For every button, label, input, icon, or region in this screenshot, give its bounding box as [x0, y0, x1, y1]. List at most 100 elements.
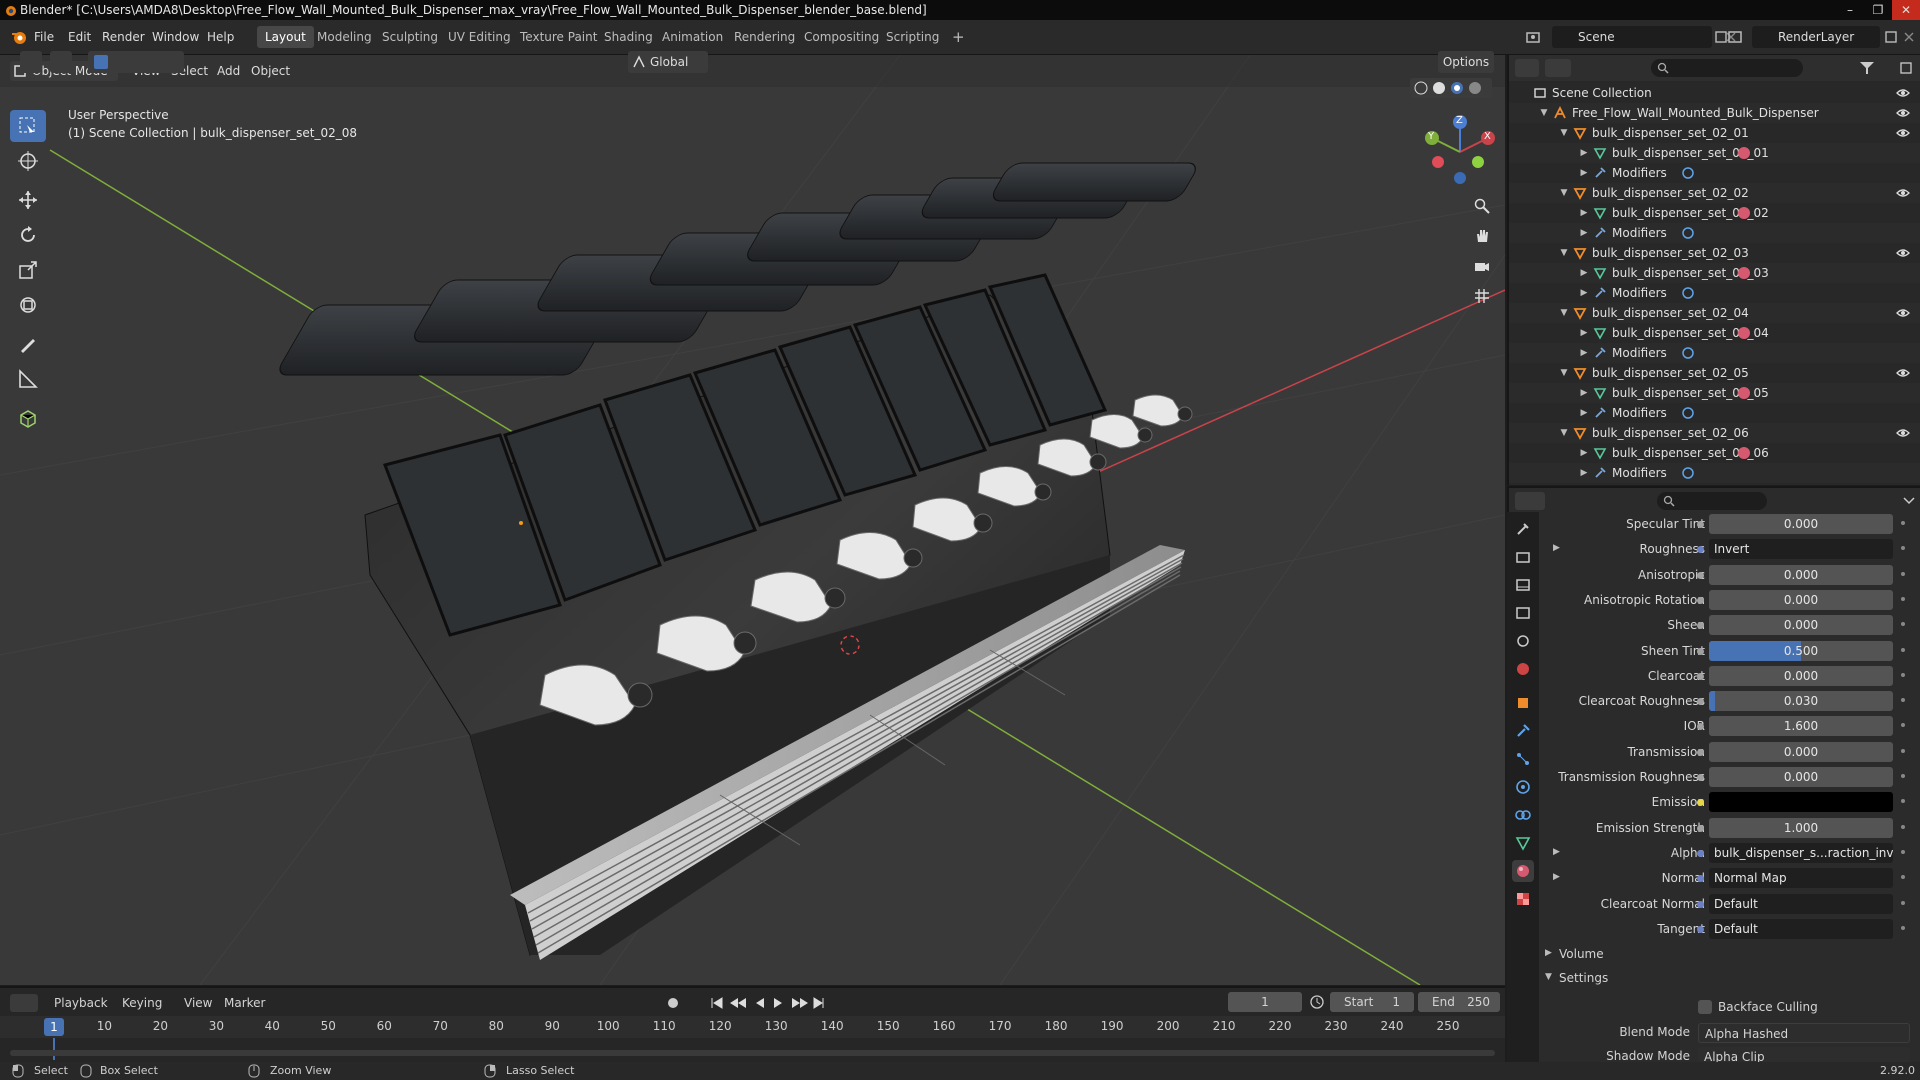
solid-shading-icon[interactable] — [1432, 81, 1446, 95]
visibility-eye-icon[interactable] — [1896, 366, 1910, 380]
socket-dot-icon[interactable] — [1697, 774, 1704, 781]
socket-dot-icon[interactable] — [1697, 900, 1704, 908]
tab-tool[interactable] — [1512, 518, 1534, 540]
property-value-field[interactable]: 0.000 — [1709, 615, 1893, 636]
pan-button[interactable] — [1468, 222, 1496, 250]
chevron-right-icon[interactable]: ▶ — [1553, 543, 1560, 553]
outliner-display-mode[interactable] — [1545, 59, 1571, 77]
timeline-scrollbar[interactable] — [10, 1050, 1495, 1056]
property-value-field[interactable]: 1.600 — [1709, 716, 1893, 737]
tab-modifiers[interactable] — [1512, 720, 1534, 742]
close-window-button[interactable]: ✕ — [1892, 0, 1920, 20]
visibility-eye-icon[interactable] — [1896, 106, 1910, 120]
menu-render[interactable]: Render — [102, 28, 145, 46]
timeline-menu-keying[interactable]: Keying — [122, 996, 162, 1010]
maximize-button[interactable]: ❐ — [1864, 0, 1892, 20]
outliner-modifiers-1[interactable]: ▶ Modifiers — [1509, 163, 1920, 183]
minimize-button[interactable]: – — [1836, 0, 1864, 20]
outliner-group-2[interactable]: ▼ bulk_dispenser_set_02_02 — [1509, 183, 1920, 203]
start-frame-field[interactable]: Start 1 — [1330, 992, 1414, 1012]
property-value-field[interactable]: 0.000 — [1709, 514, 1893, 534]
outliner-modifiers-5[interactable]: ▶ Modifiers — [1509, 403, 1920, 423]
material-icon[interactable] — [1737, 206, 1751, 220]
material-shading-icon[interactable] — [1450, 81, 1464, 95]
chevron-down-icon[interactable]: ▼ — [1559, 123, 1569, 143]
properties-search-input[interactable] — [1657, 492, 1767, 510]
keyframe-dot-icon[interactable] — [1901, 723, 1905, 728]
property-value-field[interactable]: 0.000 — [1709, 564, 1893, 585]
outliner-mesh-4[interactable]: ▶ bulk_dispenser_set_02_04 — [1509, 323, 1920, 343]
material-icon[interactable] — [1737, 146, 1751, 160]
clock-icon[interactable] — [1310, 995, 1324, 1009]
outliner-mesh-1[interactable]: ▶ bulk_dispenser_set_02_01 — [1509, 143, 1920, 163]
transform-tool[interactable] — [10, 289, 46, 321]
zoom-button[interactable] — [1468, 192, 1496, 220]
property-value-field[interactable]: Invert — [1709, 539, 1893, 560]
outliner-group-3[interactable]: ▼ bulk_dispenser_set_02_03 — [1509, 243, 1920, 263]
tab-modeling[interactable]: Modeling — [309, 26, 380, 48]
timeline-editor-type[interactable] — [10, 994, 38, 1012]
delete-layer-icon[interactable] — [1902, 30, 1916, 44]
outliner-modifiers-3[interactable]: ▶ Modifiers — [1509, 283, 1920, 303]
visibility-eye-icon[interactable] — [1896, 126, 1910, 140]
tab-animation[interactable]: Animation — [654, 26, 731, 48]
keyframe-dot-icon[interactable] — [1901, 546, 1905, 551]
modifier-toggle-icon[interactable] — [1681, 346, 1695, 360]
tab-world[interactable] — [1512, 658, 1534, 680]
keyframe-dot-icon[interactable] — [1901, 875, 1905, 880]
chevron-right-icon[interactable]: ▶ — [1579, 343, 1589, 363]
chevron-down-icon[interactable] — [1903, 496, 1915, 506]
socket-dot-icon[interactable] — [1697, 521, 1704, 528]
keyframe-dot-icon[interactable] — [1901, 698, 1905, 703]
end-frame-field[interactable]: End 250 — [1418, 992, 1500, 1012]
menu-edit[interactable]: Edit — [68, 28, 91, 46]
socket-dot-icon[interactable] — [1697, 748, 1704, 756]
shadow-mode-select[interactable]: Alpha Clip — [1698, 1047, 1910, 1062]
tab-compositing[interactable]: Compositing — [796, 26, 887, 48]
modifier-toggle-icon[interactable] — [1681, 466, 1695, 480]
tab-sculpting[interactable]: Sculpting — [374, 26, 446, 48]
move-tool[interactable] — [10, 184, 46, 216]
outliner-editor-type[interactable] — [1515, 59, 1539, 77]
keyframe-dot-icon[interactable] — [1901, 900, 1905, 905]
material-icon[interactable] — [1737, 326, 1751, 340]
tab-view-layer[interactable] — [1512, 602, 1534, 624]
chevron-right-icon[interactable]: ▶ — [1579, 403, 1589, 423]
outliner-group-1[interactable]: ▼ bulk_dispenser_set_02_01 — [1509, 123, 1920, 143]
outliner-scene-collection[interactable]: Scene Collection — [1509, 83, 1920, 103]
outliner-mesh-2[interactable]: ▶ bulk_dispenser_set_02_02 — [1509, 203, 1920, 223]
navigation-gizmo[interactable]: Z X Y — [1420, 112, 1500, 192]
cursor-tool[interactable] — [10, 145, 46, 177]
chevron-down-icon[interactable]: ▼ — [1559, 183, 1569, 203]
filter-icon[interactable] — [1859, 61, 1875, 75]
chevron-down-icon[interactable]: ▼ — [1559, 423, 1569, 443]
outliner-group-6[interactable]: ▼ bulk_dispenser_set_02_06 — [1509, 423, 1920, 443]
viewport-options-button[interactable]: Options — [1438, 51, 1494, 73]
timeline-menu-view[interactable]: View — [184, 996, 212, 1010]
keyframe-dot-icon[interactable] — [1901, 647, 1905, 652]
outliner-mesh-6[interactable]: ▶ bulk_dispenser_set_02_06 — [1509, 443, 1920, 463]
tab-render[interactable] — [1512, 546, 1534, 568]
chevron-down-icon[interactable]: ▼ — [1559, 363, 1569, 383]
record-button[interactable] — [664, 994, 682, 1012]
tab-object[interactable] — [1512, 692, 1534, 714]
tab-scene[interactable] — [1512, 630, 1534, 652]
outliner-modifiers-6[interactable]: ▶ Modifiers — [1509, 463, 1920, 483]
tab-texture[interactable] — [1512, 888, 1534, 910]
keyframe-dot-icon[interactable] — [1901, 521, 1905, 525]
keyframe-dot-icon[interactable] — [1901, 672, 1905, 677]
tab-shading[interactable]: Shading — [596, 26, 661, 48]
socket-dot-icon[interactable] — [1697, 672, 1704, 680]
render-layer-selector[interactable]: RenderLayer — [1752, 26, 1880, 48]
tab-data[interactable] — [1512, 832, 1534, 854]
chevron-right-icon[interactable]: ▶ — [1579, 463, 1589, 483]
visibility-eye-icon[interactable] — [1896, 86, 1910, 100]
playback-controls[interactable] — [708, 994, 828, 1012]
timeline-menu-marker[interactable]: Marker — [224, 996, 265, 1010]
menu-window[interactable]: Window — [152, 28, 199, 46]
tab-scripting[interactable]: Scripting — [878, 26, 947, 48]
property-value-field[interactable]: 0.030 — [1709, 691, 1893, 712]
keyframe-dot-icon[interactable] — [1901, 571, 1905, 576]
chevron-right-icon[interactable]: ▶ — [1579, 143, 1589, 163]
menu-help[interactable]: Help — [207, 28, 234, 46]
